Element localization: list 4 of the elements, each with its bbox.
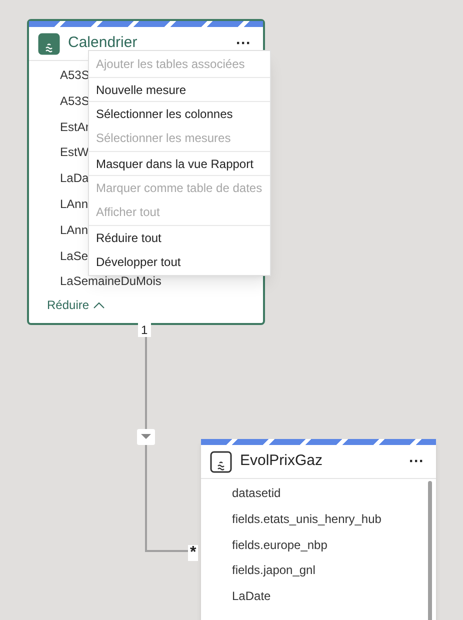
table-title: Calendrier <box>68 33 138 54</box>
cardinality-label: * <box>188 545 198 561</box>
table-title: EvolPrixGaz <box>240 451 323 472</box>
cardinality-label: 1 <box>138 323 151 337</box>
